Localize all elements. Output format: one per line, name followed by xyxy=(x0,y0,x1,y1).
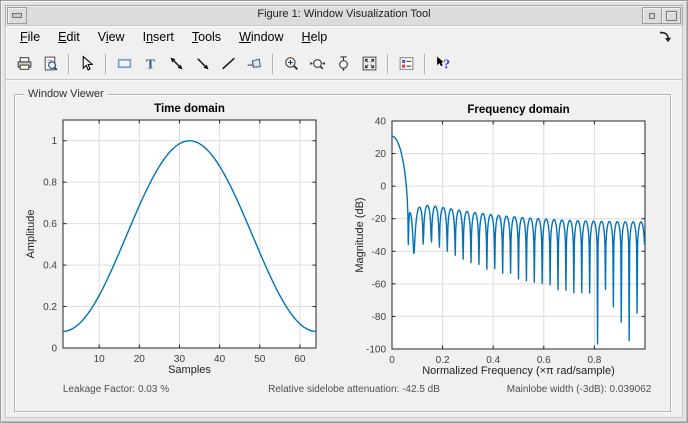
zoom-y-button[interactable] xyxy=(331,52,355,76)
dock-figure-arrow-icon xyxy=(659,31,672,43)
insert-line-button[interactable] xyxy=(216,52,240,76)
menu-bar: File Edit View Insert Tools Window Help xyxy=(6,26,682,48)
zoom-x-button[interactable] xyxy=(305,52,329,76)
printer-icon xyxy=(17,57,31,70)
menu-item-tools[interactable]: Tools xyxy=(183,28,230,46)
zoom-in-button[interactable] xyxy=(279,52,303,76)
arrow-icon xyxy=(196,58,209,70)
toolbar-separator xyxy=(105,53,106,74)
context-help-icon: ? xyxy=(436,56,450,71)
menu-item-insert[interactable]: Insert xyxy=(134,28,183,46)
zoom-x-icon xyxy=(309,59,325,70)
toolbar: T? xyxy=(6,48,682,80)
insert-text-button[interactable]: T xyxy=(138,52,162,76)
insert-arrow-button[interactable] xyxy=(190,52,214,76)
menu-item-help[interactable]: Help xyxy=(293,28,337,46)
insert-pin-button[interactable] xyxy=(242,52,266,76)
maximize-icon xyxy=(665,10,677,21)
figure-window: Figure 1: Window Visualization Tool File… xyxy=(0,0,688,423)
maximize-button[interactable] xyxy=(661,7,681,24)
menu-item-edit[interactable]: Edit xyxy=(49,28,89,46)
print-preview-icon xyxy=(44,56,57,71)
status-mainlobe-width: Mainlobe width (-3dB): 0.039062 xyxy=(506,384,652,395)
full-view-button[interactable] xyxy=(357,52,381,76)
edit-plot-button[interactable] xyxy=(75,52,99,76)
rectangle-icon xyxy=(117,58,131,69)
legend-toggle-button[interactable] xyxy=(394,52,418,76)
print-preview-button[interactable] xyxy=(38,52,62,76)
insert-double-arrow-button[interactable] xyxy=(164,52,188,76)
toolbar-separator xyxy=(272,53,273,74)
window-viewer-panel: Window Viewer xyxy=(14,87,671,412)
svg-text:T: T xyxy=(145,56,154,71)
toolbar-separator xyxy=(68,53,69,74)
whats-this-help-button[interactable]: ? xyxy=(431,52,455,76)
dock-figure-button[interactable] xyxy=(656,28,674,46)
pushpin-icon xyxy=(247,58,261,68)
title-bar[interactable]: Figure 1: Window Visualization Tool xyxy=(5,5,683,26)
status-sidelobe-attenuation: Relative sidelobe attenuation: -42.5 dB xyxy=(268,384,440,395)
toolbar-separator xyxy=(387,53,388,74)
status-leakage-factor: Leakage Factor: 0.03 % xyxy=(62,384,170,395)
insert-rectangle-button[interactable] xyxy=(112,52,136,76)
window-viewer-label: Window Viewer xyxy=(24,87,108,102)
menu-item-view[interactable]: View xyxy=(89,28,134,46)
zoom-y-icon xyxy=(338,56,348,71)
menu-item-file[interactable]: File xyxy=(11,28,49,46)
toolbar-separator xyxy=(424,53,425,74)
text-icon: T xyxy=(145,56,154,71)
window-title: Figure 1: Window Visualization Tool xyxy=(257,8,431,20)
minimize-icon xyxy=(649,12,655,19)
legend-icon xyxy=(399,57,413,70)
line-icon xyxy=(221,57,235,70)
print-button[interactable] xyxy=(12,52,36,76)
pointer-icon xyxy=(82,55,94,71)
minimize-button[interactable] xyxy=(642,7,662,24)
full-view-icon xyxy=(362,56,376,71)
zoom-in-icon xyxy=(284,57,298,71)
figure-client-area: File Edit View Insert Tools Window Help T? Win… xyxy=(5,25,683,418)
menu-item-window[interactable]: Window xyxy=(230,28,292,46)
double-arrow-icon xyxy=(169,57,183,70)
svg-text:?: ? xyxy=(443,56,450,71)
